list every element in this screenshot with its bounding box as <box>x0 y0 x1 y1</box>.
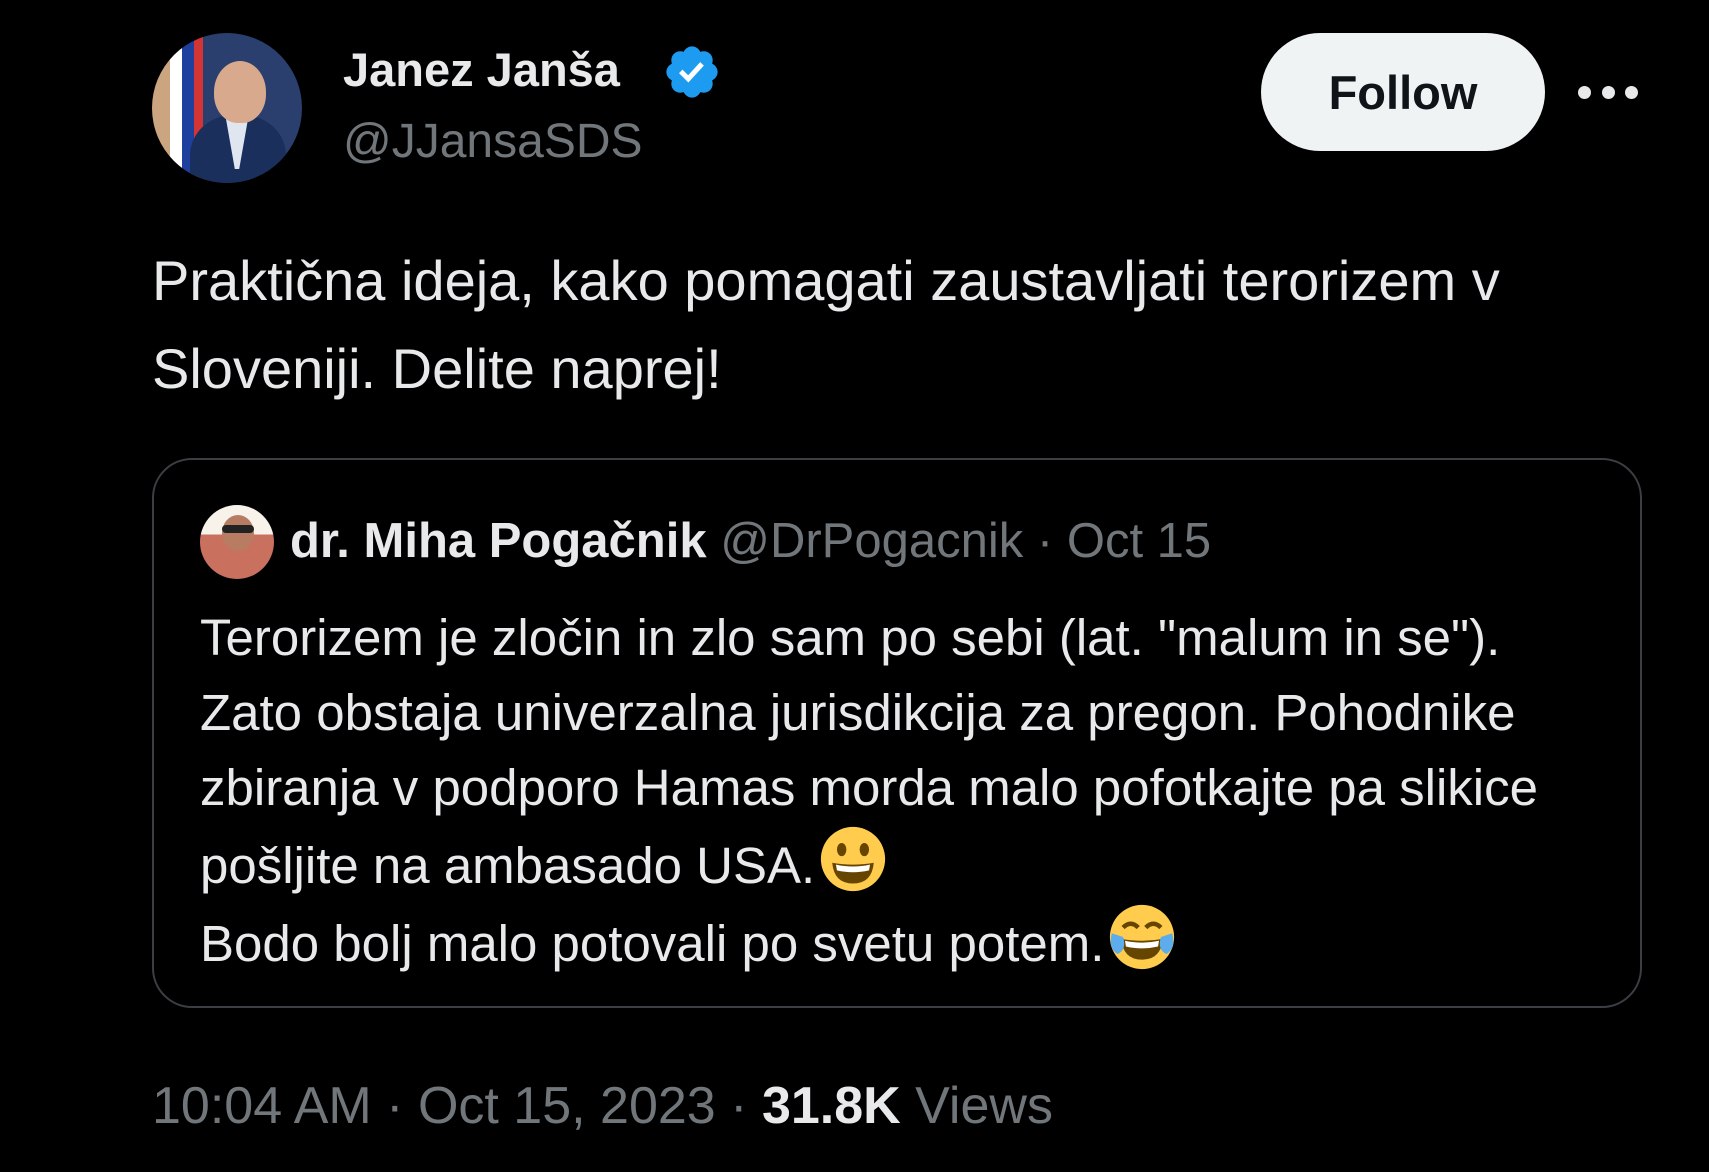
quoted-author-name[interactable]: dr. Miha Pogačnik <box>290 514 707 568</box>
separator-dot: · <box>730 1077 748 1135</box>
more-dot <box>1625 85 1638 99</box>
follow-button[interactable]: Follow <box>1261 33 1545 151</box>
quoted-tweet-date[interactable]: Oct 15 <box>1067 514 1211 568</box>
tweet-text: Praktična ideja, kako pomagati zaustavlj… <box>152 249 1500 400</box>
tweet-card: Janez Janša @JJansaSDS Follow Praktična … <box>0 0 1709 1172</box>
grinning-face-emoji-icon <box>821 826 886 892</box>
separator-dot: · <box>386 1077 404 1135</box>
tweet-metadata: 10:04 AM · Oct 15, 2023 · 31.8K Views <box>152 1074 1053 1138</box>
verified-badge-icon <box>666 46 718 98</box>
more-dot <box>1578 85 1591 99</box>
more-dot <box>1601 85 1615 99</box>
quoted-author-handle[interactable]: @DrPogacnik <box>720 514 1023 568</box>
avatar-face <box>222 515 254 551</box>
avatar-head <box>214 61 266 123</box>
quoted-author-avatar[interactable] <box>200 505 274 579</box>
author-avatar[interactable] <box>152 33 302 183</box>
quoted-tweet-header: dr. Miha Pogačnik @DrPogacnik · Oct 15 <box>290 510 1211 572</box>
tweet-time[interactable]: 10:04 AM <box>152 1077 372 1135</box>
author-name[interactable]: Janez Janša <box>343 42 620 98</box>
more-options-icon[interactable] <box>1578 78 1638 106</box>
views-label: Views <box>915 1077 1053 1135</box>
tweet-date[interactable]: Oct 15, 2023 <box>418 1077 716 1135</box>
quoted-text-tail: Bodo bolj malo potovali po svetu potem. <box>200 915 1105 972</box>
face-with-tears-of-joy-emoji-icon <box>1110 904 1175 970</box>
author-handle[interactable]: @JJansaSDS <box>343 114 643 170</box>
quoted-tweet[interactable]: dr. Miha Pogačnik @DrPogacnik · Oct 15 T… <box>152 458 1642 1008</box>
views-count: 31.8K <box>761 1077 901 1135</box>
quoted-tweet-text: Terorizem je zločin in zlo sam po sebi (… <box>200 600 1610 981</box>
separator-dot: · <box>1036 514 1054 568</box>
avatar-glasses <box>222 525 254 533</box>
